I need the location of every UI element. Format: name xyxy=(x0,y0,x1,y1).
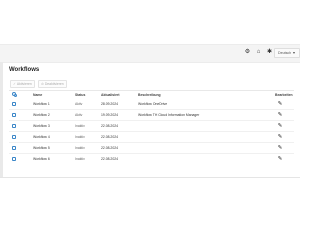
row-updated: 22.08.2024 xyxy=(101,157,118,161)
row-checkbox[interactable] xyxy=(12,124,16,128)
row-name: Workflow 2 xyxy=(33,113,50,117)
row-status: Inaktiv xyxy=(75,157,85,161)
block-icon: ⊘ xyxy=(41,82,44,86)
row-description: Workflow TH Cloud Information Manager xyxy=(138,113,200,117)
table-row[interactable]: Workflow 4 Inaktiv 22.08.2024 ✎ xyxy=(9,133,294,142)
row-updated: 19.09.2024 xyxy=(101,113,118,117)
edit-pencil-icon[interactable]: ✎ xyxy=(277,123,283,129)
table-row[interactable]: Workflow 3 Inaktiv 22.08.2024 ✎ xyxy=(9,122,294,131)
edit-pencil-icon[interactable]: ✎ xyxy=(277,101,283,107)
edit-pencil-icon[interactable]: ✎ xyxy=(277,145,283,151)
left-gutter xyxy=(0,62,3,178)
row-checkbox[interactable] xyxy=(12,113,16,117)
table-row[interactable]: Workflow 1 Aktiv 28.09.2024 Workflow One… xyxy=(9,100,294,109)
table-row[interactable]: Workflow 6 Inaktiv 22.08.2024 ✎ xyxy=(9,155,294,164)
row-description: Workflow OneDrive xyxy=(138,102,168,106)
settings-cog-icon[interactable]: ⚙ xyxy=(244,49,251,56)
table-row[interactable]: Workflow 2 Aktiv 19.09.2024 Workflow TH … xyxy=(9,111,294,120)
column-header-edit: Bearbeiten xyxy=(275,93,293,97)
edit-pencil-icon[interactable]: ✎ xyxy=(277,134,283,140)
language-label: Deutsch xyxy=(278,51,292,55)
row-checkbox[interactable] xyxy=(12,146,16,150)
row-status: Inaktiv xyxy=(75,135,85,139)
row-divider xyxy=(9,142,294,143)
row-checkbox[interactable] xyxy=(12,135,16,139)
row-name: Workflow 1 xyxy=(33,102,50,106)
gear-icon[interactable]: ✱ xyxy=(266,49,273,56)
row-updated: 22.08.2024 xyxy=(101,146,118,150)
row-status: Inaktiv xyxy=(75,124,85,128)
row-name: Workflow 3 xyxy=(33,124,50,128)
check-icon: ✓ xyxy=(13,82,16,86)
column-header-name[interactable]: Name xyxy=(33,93,42,97)
activate-label: Aktivieren xyxy=(16,82,32,86)
edit-pencil-icon[interactable]: ✎ xyxy=(277,156,283,162)
home-icon[interactable]: ⌂ xyxy=(255,49,262,56)
row-name: Workflow 5 xyxy=(33,146,50,150)
row-updated: 22.08.2024 xyxy=(101,124,118,128)
row-updated: 22.08.2024 xyxy=(101,135,118,139)
page-title: Workflows xyxy=(9,67,40,73)
table-row[interactable]: Workflow 5 Inaktiv 22.08.2024 ✎ xyxy=(9,144,294,153)
row-checkbox[interactable] xyxy=(12,157,16,161)
row-divider xyxy=(9,109,294,110)
row-divider xyxy=(9,131,294,132)
edit-pencil-icon[interactable]: ✎ xyxy=(277,112,283,118)
column-header-updated[interactable]: Aktualisiert xyxy=(101,93,119,97)
activate-button[interactable]: ✓ Aktivieren xyxy=(10,80,35,88)
divider xyxy=(9,90,294,91)
column-header-status[interactable]: Status xyxy=(75,93,85,97)
language-select[interactable]: Deutsch▼ xyxy=(274,48,300,58)
row-name: Workflow 6 xyxy=(33,157,50,161)
chevron-down-icon: ▼ xyxy=(292,51,296,55)
footer-divider xyxy=(0,177,300,178)
row-divider xyxy=(9,120,294,121)
deactivate-label: Deaktivieren xyxy=(44,82,64,86)
row-status: Inaktiv xyxy=(75,146,85,150)
row-checkbox[interactable] xyxy=(12,102,16,106)
row-status: Aktiv xyxy=(75,113,83,117)
row-updated: 28.09.2024 xyxy=(101,102,118,106)
row-status: Aktiv xyxy=(75,102,83,106)
row-divider xyxy=(9,153,294,154)
row-name: Workflow 4 xyxy=(33,135,50,139)
deactivate-button[interactable]: ⊘ Deaktivieren xyxy=(38,80,67,88)
select-all-checkbox[interactable] xyxy=(12,92,17,97)
column-header-description[interactable]: Beschreibung xyxy=(138,93,161,97)
